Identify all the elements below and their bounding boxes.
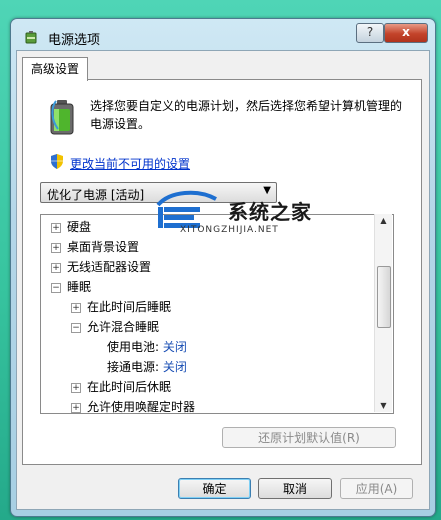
tree-item-wake-timers[interactable]: + 允许使用唤醒定时器 [71,397,196,414]
tree-item-hard-disk[interactable]: + 硬盘 [51,217,91,237]
expand-icon[interactable]: + [71,302,81,313]
help-button[interactable]: ? [356,23,384,43]
tree-item-sleep-after[interactable]: + 在此时间后睡眠 [71,297,171,317]
tree-item-desktop-background[interactable]: + 桌面背景设置 [51,237,139,257]
apply-button[interactable]: 应用(A) [340,478,413,499]
scroll-down-icon[interactable]: ▼ [375,401,392,410]
tree-scrollbar[interactable]: ▲ ▼ [374,214,392,412]
scrollbar-thumb[interactable] [377,266,391,328]
expand-icon[interactable]: + [51,262,61,273]
tree-item-label: 允许使用唤醒定时器 [87,400,196,414]
expand-icon[interactable]: + [71,402,81,413]
watermark-text: 系统之家 [228,200,312,224]
intro-text: 选择您要自定义的电源计划，然后选择您希望计算机管理的电源设置。 [90,99,403,131]
chevron-down-icon: ▼ [263,185,271,196]
battery-icon [50,100,74,135]
tree-item-label: 睡眠 [67,280,92,294]
cancel-button[interactable]: 取消 [258,478,332,499]
collapse-icon[interactable]: − [51,282,61,293]
tree-item-label: 接通电源: [107,360,160,374]
close-button[interactable]: x [384,23,428,43]
tree-item-sleep[interactable]: − 睡眠 [51,277,91,297]
shield-icon [51,154,63,169]
scroll-up-icon[interactable]: ▲ [375,216,392,225]
ok-button[interactable]: 确定 [178,478,251,499]
title-bar[interactable]: 电源选项 ? x [10,18,434,50]
tree-item-label: 允许混合睡眠 [87,320,160,334]
expand-icon[interactable]: + [51,222,61,233]
tree-item-on-battery[interactable]: 使用电池: 关闭 [107,337,187,357]
tree-item-label: 在此时间后睡眠 [87,300,172,314]
change-unavailable-settings-link[interactable]: 更改当前不可用的设置 [70,155,190,172]
expand-icon[interactable]: + [71,382,81,393]
tree-item-wireless-adapter[interactable]: + 无线适配器设置 [51,257,151,277]
window-title: 电源选项 [48,33,101,48]
tree-item-hybrid-sleep[interactable]: − 允许混合睡眠 [71,317,159,337]
settings-tree[interactable]: + 硬盘 + 桌面背景设置 + 无线适配器设置 − 睡眠 + 在此时间后睡眠 − 允许混合睡… [40,214,394,414]
tree-item-label: 硬盘 [67,220,92,234]
tab-advanced-settings[interactable]: 高级设置 [22,57,88,81]
tree-item-plugged-in[interactable]: 接通电源: 关闭 [107,357,187,377]
setting-value-link[interactable]: 关闭 [163,360,187,374]
power-plan-value: 优化了电源 [活动] [47,188,145,202]
collapse-icon[interactable]: − [71,322,81,333]
tree-item-label: 使用电池: [107,340,160,354]
restore-defaults-button[interactable]: 还原计划默认值(R) [222,427,396,448]
tree-item-label: 在此时间后休眠 [87,380,172,394]
expand-icon[interactable]: + [51,242,61,253]
watermark-url: XITONGZHIJIA.NET [180,225,279,235]
setting-value-link[interactable]: 关闭 [163,340,187,354]
tree-item-label: 桌面背景设置 [67,240,140,254]
power-options-icon [25,31,37,44]
tree-item-hibernate-after[interactable]: + 在此时间后休眠 [71,377,171,397]
tree-item-label: 无线适配器设置 [67,260,152,274]
